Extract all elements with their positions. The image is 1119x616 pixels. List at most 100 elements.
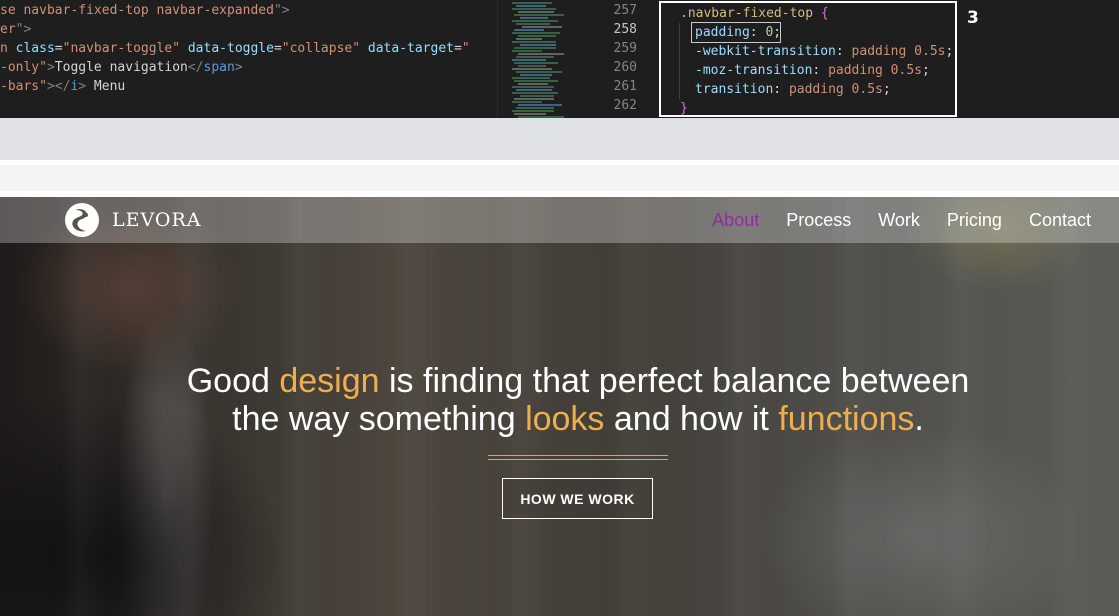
css-semicolon: ; <box>921 63 930 78</box>
css-declaration: padding: 0; <box>695 23 781 42</box>
html-source-pane[interactable]: se navbar-fixed-top navbar-expanded"> er"… <box>0 0 497 118</box>
minimap-line <box>512 41 556 43</box>
minimap-line <box>512 50 542 52</box>
close-brace: } <box>680 101 688 116</box>
minimap-line <box>512 86 554 88</box>
minimap-line <box>512 59 546 61</box>
css-value: padding 0.5s <box>828 63 922 78</box>
minimap-line <box>520 95 554 97</box>
headline-text: and how it <box>604 400 779 438</box>
minimap-line <box>518 83 548 85</box>
code-token: n <box>0 41 16 56</box>
code-token: "navbar-toggle" <box>62 41 181 56</box>
headline-text: is finding that perfect balance between <box>379 362 970 400</box>
line-number: 262 <box>613 98 637 113</box>
code-token: "> <box>15 22 32 37</box>
minimap-line <box>518 35 556 37</box>
line-number: 257 <box>613 3 637 18</box>
code-token: = <box>273 41 282 56</box>
minimap-line <box>514 113 546 115</box>
css-selector-line: .navbar-fixed-top { <box>680 4 829 23</box>
how-we-work-button[interactable]: HOW WE WORK <box>502 478 653 519</box>
css-value: padding 0.5s <box>851 44 946 59</box>
code-token: > <box>78 79 87 94</box>
hero-section: LEVORA About Process Work Pricing Contact Go… <box>0 197 1119 616</box>
minimap-line <box>512 110 554 112</box>
code-token: ></ <box>46 79 71 94</box>
minimap-line <box>516 71 562 73</box>
css-sep: : <box>773 82 789 97</box>
minimap-line <box>512 2 552 4</box>
indent-guide <box>679 23 680 99</box>
minimap-line <box>516 5 546 7</box>
css-sep: : <box>835 44 852 59</box>
minimap-line <box>514 98 554 100</box>
nav-link-pricing[interactable]: Pricing <box>947 210 1002 231</box>
code-line: -bars"></i> Menu <box>0 77 125 96</box>
code-token: "> <box>273 3 290 18</box>
css-property: padding <box>695 25 750 40</box>
minimap-line <box>518 53 564 55</box>
code-line: -only">Toggle navigation</span> <box>0 58 243 77</box>
code-editor: se navbar-fixed-top navbar-expanded"> er"… <box>0 0 1119 118</box>
minimap-line <box>512 77 550 79</box>
css-semicolon: ; <box>773 25 782 40</box>
headline-highlight: functions <box>778 400 915 438</box>
code-line: se navbar-fixed-top navbar-expanded"> <box>0 1 290 20</box>
site-navbar: LEVORA About Process Work Pricing Contact <box>0 197 1119 243</box>
css-sep: : <box>812 63 829 78</box>
code-line: er"> <box>0 20 31 39</box>
nav-link-contact[interactable]: Contact <box>1029 210 1091 231</box>
code-token: </ <box>187 60 204 75</box>
code-token: = <box>54 41 63 56</box>
code-token: er <box>0 22 16 37</box>
code-token: Toggle navigation <box>54 60 188 75</box>
code-token: > <box>46 60 55 75</box>
minimap-line <box>512 32 560 34</box>
minimap-line <box>514 29 544 31</box>
hero-headline: Good design is finding that perfect bala… <box>0 362 1119 438</box>
css-semicolon: ; <box>882 82 891 97</box>
minimap-line <box>514 14 564 16</box>
browser-chrome-bar <box>0 118 1119 160</box>
headline-line-1: Good design is finding that perfect bala… <box>0 362 1119 400</box>
minimap-line <box>512 68 552 70</box>
css-rule-highlight: .navbar-fixed-top {padding: 0; -webkit-tr… <box>659 1 957 117</box>
brand-logo[interactable]: LEVORA <box>64 202 201 238</box>
headline-text: . <box>914 400 924 438</box>
logo-mark-icon <box>65 203 99 237</box>
minimap-line <box>514 80 558 82</box>
minimap-line <box>520 17 548 19</box>
code-token: data-toggle <box>187 41 274 56</box>
minimap-line <box>516 89 552 91</box>
editor-minimap[interactable] <box>497 0 587 118</box>
minimap-line <box>518 104 562 106</box>
nav-link-work[interactable]: Work <box>878 210 920 231</box>
primary-nav: About Process Work Pricing Contact <box>685 197 1091 243</box>
css-declaration: -moz-transition: padding 0.5s; <box>695 61 930 80</box>
line-number: 259 <box>613 41 637 56</box>
nav-link-about[interactable]: About <box>712 210 759 231</box>
css-semicolon: ; <box>945 44 954 59</box>
code-token: -only" <box>0 60 47 75</box>
minimap-line <box>512 101 542 103</box>
minimap-line <box>512 20 558 22</box>
code-token: class <box>15 41 55 56</box>
line-number: 260 <box>613 60 637 75</box>
headline-text: Good <box>186 362 280 400</box>
css-property: -moz-transition <box>695 63 813 78</box>
code-token: = <box>453 41 462 56</box>
code-token: Menu <box>86 79 126 94</box>
code-token: "collapse" <box>281 41 361 56</box>
minimap-line <box>518 11 554 13</box>
code-token: " <box>461 41 470 56</box>
css-declaration: -webkit-transition: padding 0.5s; <box>695 42 953 61</box>
nav-link-process[interactable]: Process <box>786 210 851 231</box>
minimap-line <box>512 92 558 94</box>
line-number: 258 <box>613 22 637 37</box>
minimap-line <box>512 8 556 10</box>
browser-toolbar <box>0 165 1119 191</box>
code-token: > <box>234 60 243 75</box>
